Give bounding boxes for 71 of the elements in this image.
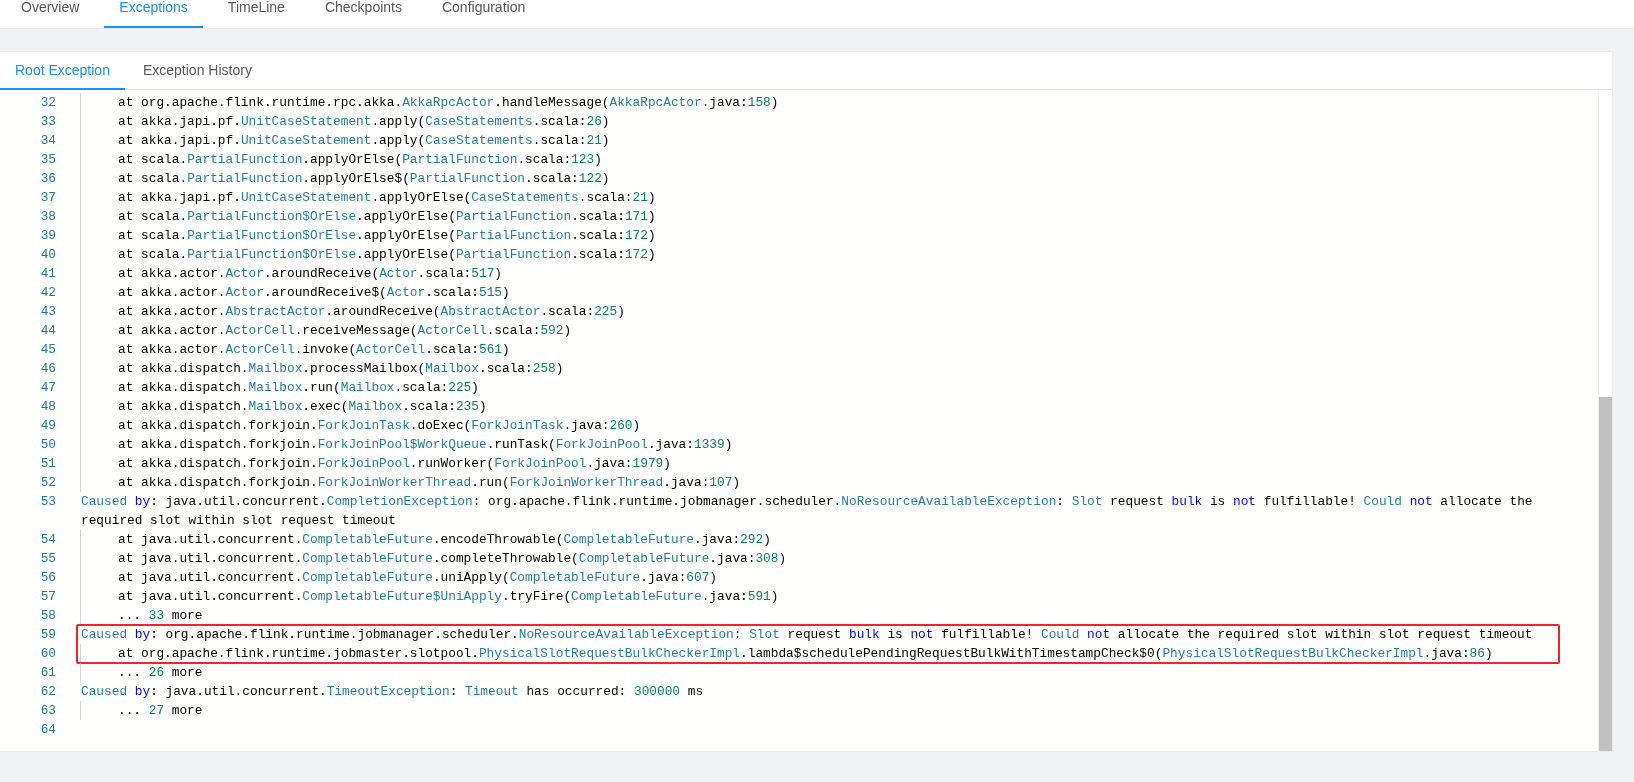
line-number: 43	[39, 303, 56, 321]
line-number: 64	[39, 721, 56, 739]
line-number: 52	[39, 474, 56, 492]
line-number: 63	[39, 702, 56, 720]
line-number: 41	[39, 265, 56, 283]
code-line: at akka.actor.ActorCell.receiveMessage(ActorCell.scala:592)	[118, 323, 572, 338]
line-number: 53	[39, 493, 56, 511]
code-line: ... 26 more	[118, 665, 203, 680]
code-line: at scala.PartialFunction$OrElse.applyOrElse(PartialFunction.scala:172)	[118, 247, 656, 262]
line-number: 61	[39, 664, 56, 682]
line-number: 39	[39, 227, 56, 245]
line-number: 49	[39, 417, 56, 435]
job-tab[interactable]: Configuration	[426, 0, 541, 28]
line-number: 62	[39, 683, 56, 701]
scrollbar-thumb[interactable]	[1599, 397, 1612, 751]
line-number: 60	[39, 645, 56, 663]
code-line: at java.util.concurrent.CompletableFuture.encodeThrowable(CompletableFuture.java:292)	[118, 532, 771, 547]
line-number: 34	[39, 132, 56, 150]
code-line: ... 33 more	[118, 608, 203, 623]
line-number: 38	[39, 208, 56, 226]
job-tab[interactable]: Overview	[6, 0, 95, 28]
line-number: 56	[39, 569, 56, 587]
code-line: at java.util.concurrent.CompletableFuture.uniApply(CompletableFuture.java:607)	[118, 570, 718, 585]
code-line: at akka.dispatch.forkjoin.ForkJoinPool.runWorker(ForkJoinPool.java:1979)	[118, 456, 671, 471]
code-line: at scala.PartialFunction$OrElse.applyOrElse(PartialFunction.scala:172)	[118, 228, 656, 243]
line-number: 35	[39, 151, 56, 169]
line-number: 48	[39, 398, 56, 416]
code-line: at akka.dispatch.forkjoin.ForkJoinTask.doExec(ForkJoinTask.java:260)	[118, 418, 641, 433]
code-line: at akka.japi.pf.UnitCaseStatement.apply(CaseStatements.scala:26)	[118, 114, 610, 129]
code-line: ... 27 more	[118, 703, 203, 718]
code-line: at org.apache.flink.runtime.jobmaster.slotpool.PhysicalSlotRequestBulkCheckerImpl.lambda$schedulePendingRequestBulkWithTimestampCheck$0(PhysicalSlotRequestBulkCheckerImpl.java:86)	[118, 646, 1493, 661]
code-line: Caused by: java.util.concurrent.TimeoutException: Timeout has occurred: 300000 ms	[81, 684, 704, 699]
code-line: at akka.dispatch.Mailbox.run(Mailbox.scala:225)	[118, 380, 479, 395]
code-line: at akka.dispatch.forkjoin.ForkJoinWorkerThread.run(ForkJoinWorkerThread.java:107)	[118, 475, 741, 490]
line-number: 33	[39, 113, 56, 131]
line-number: 50	[39, 436, 56, 454]
code-line: at akka.dispatch.Mailbox.processMailbox(Mailbox.scala:258)	[118, 361, 564, 376]
code-line: at akka.actor.Actor.aroundReceive$(Actor.scala:515)	[118, 285, 510, 300]
code-line: at akka.japi.pf.UnitCaseStatement.apply(CaseStatements.scala:21)	[118, 133, 610, 148]
line-number: 51	[39, 455, 56, 473]
job-tab[interactable]: Checkpoints	[309, 0, 417, 28]
code-line: at java.util.concurrent.CompletableFuture.completeThrowable(CompletableFuture.java:308)	[118, 551, 787, 566]
line-number: 55	[39, 550, 56, 568]
line-number: 36	[39, 170, 56, 188]
line-number: 44	[39, 322, 56, 340]
job-tab[interactable]: TimeLine	[212, 0, 300, 28]
line-number: 47	[39, 379, 56, 397]
code-line: Caused by: org.apache.flink.runtime.jobmanager.scheduler.NoResourceAvailableException: Slot request bulk is not fulfillable! Could not allocate the required slot within slot request timeout	[81, 627, 1533, 642]
code-line: at scala.PartialFunction.applyOrElse$(PartialFunction.scala:122)	[118, 171, 610, 186]
line-number: 58	[39, 607, 56, 625]
scrollbar[interactable]	[1598, 90, 1612, 751]
code-line: at scala.PartialFunction.applyOrElse(PartialFunction.scala:123)	[118, 152, 602, 167]
line-number: 32	[39, 94, 56, 112]
code-line: at akka.actor.AbstractActor.aroundReceive(AbstractActor.scala:225)	[118, 304, 625, 319]
line-number: 59	[39, 626, 56, 644]
line-number: 37	[39, 189, 56, 207]
line-number: 46	[39, 360, 56, 378]
line-number: 42	[39, 284, 56, 302]
code-line: at akka.dispatch.forkjoin.ForkJoinPool$WorkQueue.runTask(ForkJoinPool.java:1339)	[118, 437, 733, 452]
code-line: at akka.actor.ActorCell.invoke(ActorCell.scala:561)	[118, 342, 510, 357]
exception-tab[interactable]: Exception History	[127, 52, 267, 90]
code-line: at org.apache.flink.runtime.rpc.akka.AkkaRpcActor.handleMessage(AkkaRpcActor.java:158)	[118, 95, 779, 110]
code-line: at java.util.concurrent.CompletableFuture$UniApply.tryFire(CompletableFuture.java:591)	[118, 589, 779, 604]
code-line: at akka.dispatch.Mailbox.exec(Mailbox.scala:235)	[118, 399, 487, 414]
code-line: at akka.actor.Actor.aroundReceive(Actor.scala:517)	[118, 266, 503, 281]
line-number: 45	[39, 341, 56, 359]
code-line: at akka.japi.pf.UnitCaseStatement.applyOrElse(CaseStatements.scala:21)	[118, 190, 656, 205]
line-number: 57	[39, 588, 56, 606]
code-line: at scala.PartialFunction$OrElse.applyOrElse(PartialFunction.scala:171)	[118, 209, 656, 224]
line-number: 40	[39, 246, 56, 264]
line-number: 54	[39, 531, 56, 549]
